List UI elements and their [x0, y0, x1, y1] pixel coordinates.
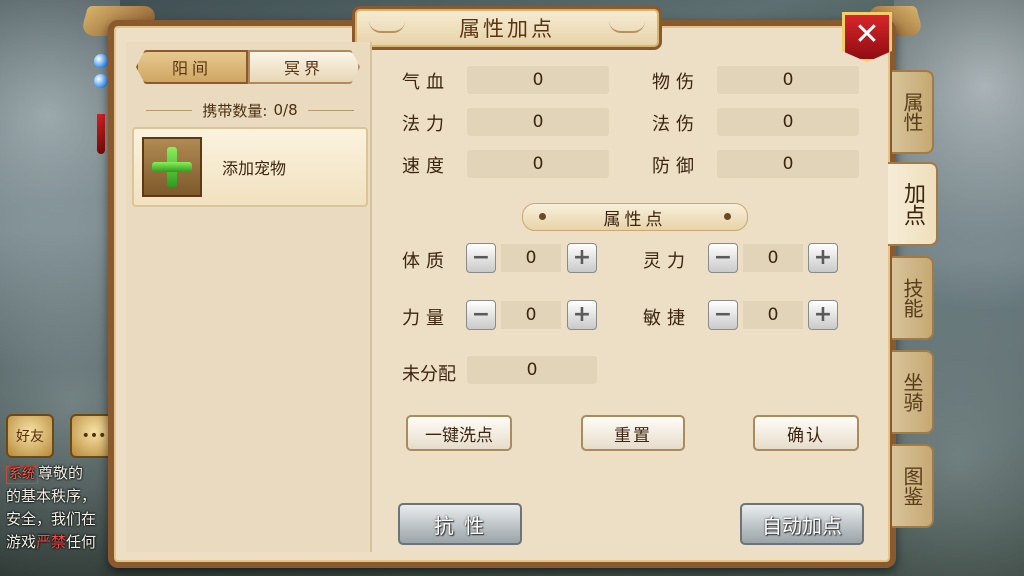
tizhi-plus-button[interactable]: + — [567, 243, 597, 273]
point-label-lingli: 灵力 — [643, 251, 691, 272]
title-banner: 属性加点 — [352, 6, 662, 50]
divider — [307, 109, 355, 111]
auto-allocate-button[interactable]: 自动加点 — [740, 503, 864, 545]
unallocated-label: 未分配 — [402, 364, 456, 385]
tab-mingjie[interactable]: 冥界 — [248, 50, 360, 84]
stat-label-fashang: 法伤 — [652, 114, 700, 135]
close-icon: ✕ — [854, 17, 880, 52]
add-pet-button[interactable]: 添加宠物 — [132, 127, 368, 207]
point-label-tizhi: 体质 — [402, 251, 450, 272]
bead-icon — [94, 74, 108, 88]
liliang-value: 0 — [501, 301, 561, 329]
stat-label-wushang: 物伤 — [652, 72, 700, 93]
banner-dot — [539, 213, 546, 220]
chat-line-4: 游戏严禁任何 — [6, 531, 116, 554]
side-tab-label: 技能 — [900, 278, 924, 318]
point-label-liliang: 力量 — [402, 308, 450, 329]
stat-value-qixue: 0 — [467, 66, 609, 94]
unallocated-value: 0 — [467, 356, 597, 384]
attribute-points-title: 属性点 — [603, 209, 667, 230]
divider — [146, 109, 193, 111]
side-tab-skills[interactable]: 技能 — [892, 256, 934, 340]
panel-title: 属性加点 — [459, 17, 555, 41]
one-click-wash-button[interactable]: 一键洗点 — [406, 415, 512, 451]
chat-warning-text: 严禁 — [36, 533, 67, 551]
side-tab-attributes[interactable]: 属性 — [892, 70, 934, 154]
swirl-ornament — [609, 19, 645, 33]
friends-button[interactable]: 好友 — [6, 414, 54, 458]
system-tag: 系统 — [6, 466, 39, 484]
side-tab-codex[interactable]: 图鉴 — [892, 444, 934, 528]
stat-value-sudu: 0 — [467, 150, 609, 178]
side-tab-add-points[interactable]: 加点 — [888, 162, 938, 246]
liliang-minus-button[interactable]: − — [466, 300, 496, 330]
side-tab-label: 坐骑 — [900, 372, 924, 412]
chat-text: 任何 — [66, 533, 97, 551]
chat-shortcuts: 好友 ••• — [6, 414, 118, 458]
realm-tabs: 阳间 冥界 — [136, 50, 360, 84]
plus-icon — [152, 147, 192, 187]
confirm-button[interactable]: 确认 — [753, 415, 859, 451]
tassel-icon — [97, 114, 105, 154]
minjie-minus-button[interactable]: − — [708, 300, 738, 330]
stat-value-fali: 0 — [467, 108, 609, 136]
stat-label-fali: 法力 — [402, 114, 450, 135]
banner-dot — [724, 213, 731, 220]
reset-button[interactable]: 重置 — [581, 415, 685, 451]
side-tab-mount[interactable]: 坐骑 — [892, 350, 934, 434]
side-tab-label: 加点 — [900, 182, 925, 226]
stat-label-fangyu: 防御 — [652, 156, 700, 177]
carry-value: 0/8 — [273, 101, 298, 119]
lingli-minus-button[interactable]: − — [708, 243, 738, 273]
add-icon — [142, 137, 202, 197]
carry-label: 携带数量: — [202, 101, 268, 120]
point-label-minjie: 敏捷 — [643, 308, 691, 329]
stat-value-fangyu: 0 — [717, 150, 859, 178]
chat-text: 尊敬的 — [38, 464, 84, 482]
carry-count: 携带数量: 0/8 — [136, 98, 364, 122]
liliang-plus-button[interactable]: + — [567, 300, 597, 330]
chat-line-1: 系统 尊敬的 — [6, 462, 116, 485]
stat-value-wushang: 0 — [717, 66, 859, 94]
lingli-value: 0 — [743, 244, 803, 272]
bead-icon — [94, 54, 108, 68]
lingli-plus-button[interactable]: + — [808, 243, 838, 273]
resistance-button[interactable]: 抗 性 — [398, 503, 522, 545]
tizhi-value: 0 — [501, 244, 561, 272]
side-tab-label: 图鉴 — [900, 466, 924, 506]
side-tab-label: 属性 — [900, 92, 924, 132]
chat-line-3: 安全，我们在 — [6, 510, 97, 528]
tab-yangjian[interactable]: 阳间 — [136, 50, 248, 84]
attribute-points-header: 属性点 — [522, 203, 748, 231]
chat-line-2: 的基本秩序， — [6, 487, 97, 505]
swirl-ornament — [369, 19, 405, 33]
chat-text: 游戏 — [6, 533, 37, 551]
tizhi-minus-button[interactable]: − — [466, 243, 496, 273]
friends-label: 好友 — [16, 429, 44, 445]
add-pet-label: 添加宠物 — [222, 159, 287, 178]
stat-label-sudu: 速度 — [402, 156, 450, 177]
chat-log[interactable]: 系统 尊敬的 的基本秩序， 安全，我们在 游戏严禁任何 — [6, 462, 116, 554]
stat-value-fashang: 0 — [717, 108, 859, 136]
minjie-plus-button[interactable]: + — [808, 300, 838, 330]
stat-label-qixue: 气血 — [402, 72, 450, 93]
minjie-value: 0 — [743, 301, 803, 329]
